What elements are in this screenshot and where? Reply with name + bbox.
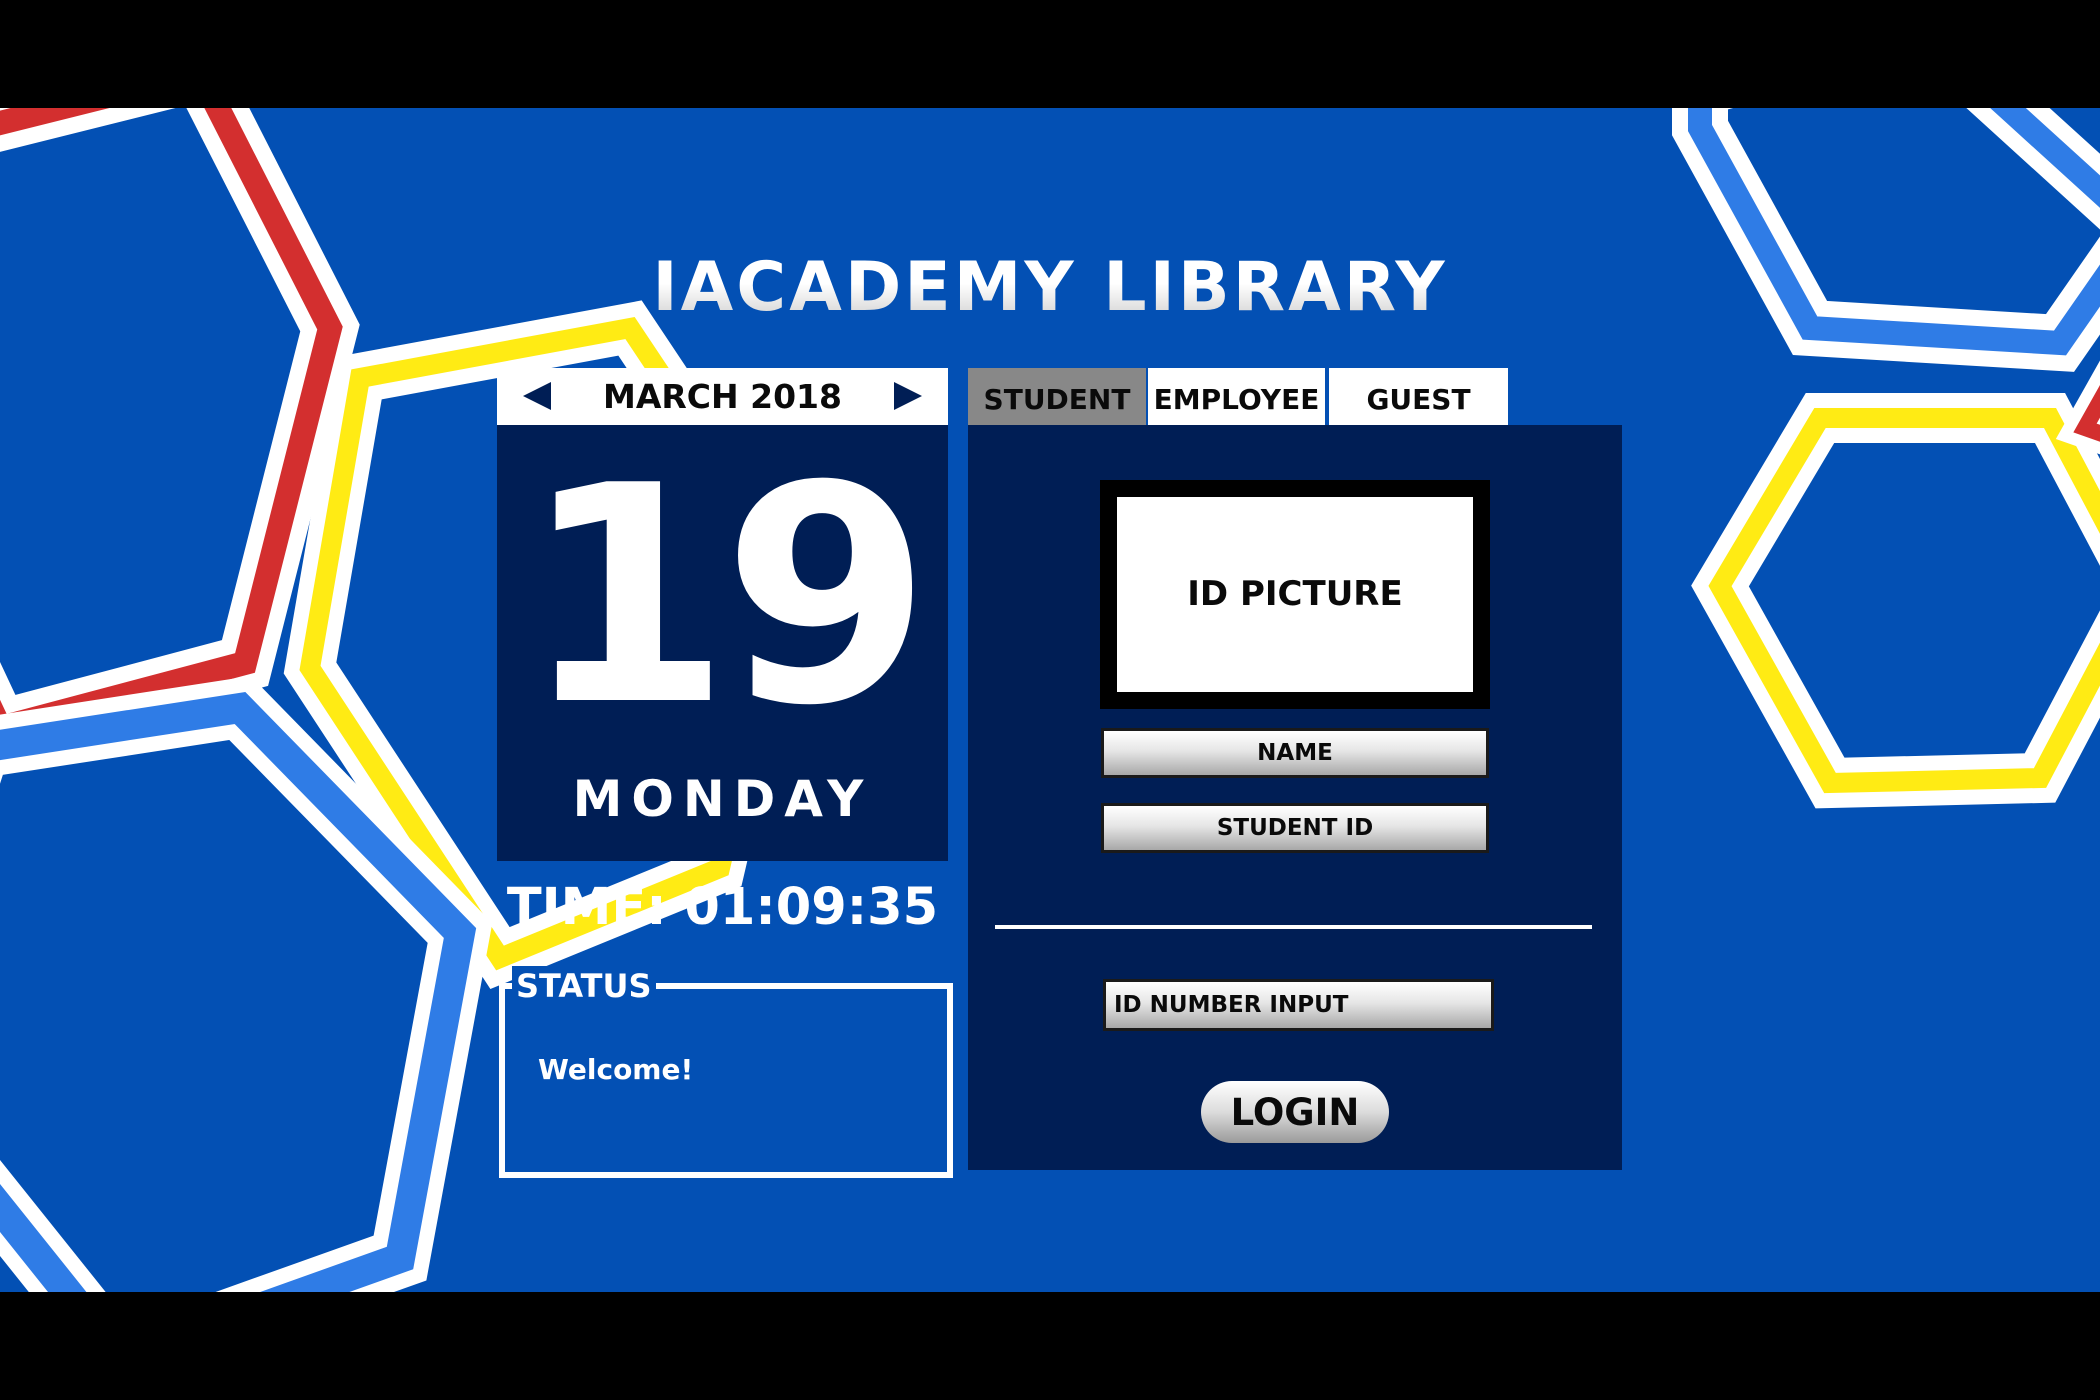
calendar-header: MARCH 2018 — [497, 368, 948, 425]
tab-employee[interactable]: EMPLOYEE — [1148, 368, 1325, 427]
id-number-input[interactable] — [1103, 979, 1494, 1031]
calendar-month-label: MARCH 2018 — [603, 377, 842, 416]
tab-guest[interactable]: GUEST — [1329, 368, 1508, 427]
login-button[interactable]: LOGIN — [1201, 1081, 1389, 1143]
id-picture-placeholder: ID PICTURE — [1117, 497, 1473, 692]
next-month-icon[interactable] — [894, 382, 922, 410]
calendar-date-card: 19 MONDAY — [497, 425, 948, 861]
status-message: Welcome! — [538, 1053, 694, 1086]
name-field: NAME — [1101, 728, 1489, 778]
student-id-field: STUDENT ID — [1101, 803, 1489, 853]
app-window: IACADEMY LIBRARY MARCH 2018 19 MONDAY TI… — [0, 108, 2100, 1292]
calendar-day-number: 19 — [521, 422, 931, 771]
screen: IACADEMY LIBRARY MARCH 2018 19 MONDAY TI… — [0, 0, 2100, 1400]
tab-student[interactable]: STUDENT — [968, 368, 1146, 427]
calendar-weekday: MONDAY — [572, 770, 873, 828]
clock-time: TIME: 01:09:35 — [506, 878, 939, 937]
red-hexagon-decoration — [0, 108, 360, 757]
id-picture-frame: ID PICTURE — [1100, 480, 1490, 709]
app-title: IACADEMY LIBRARY — [0, 248, 2100, 327]
form-divider — [995, 925, 1592, 929]
status-label: STATUS — [512, 966, 656, 1006]
